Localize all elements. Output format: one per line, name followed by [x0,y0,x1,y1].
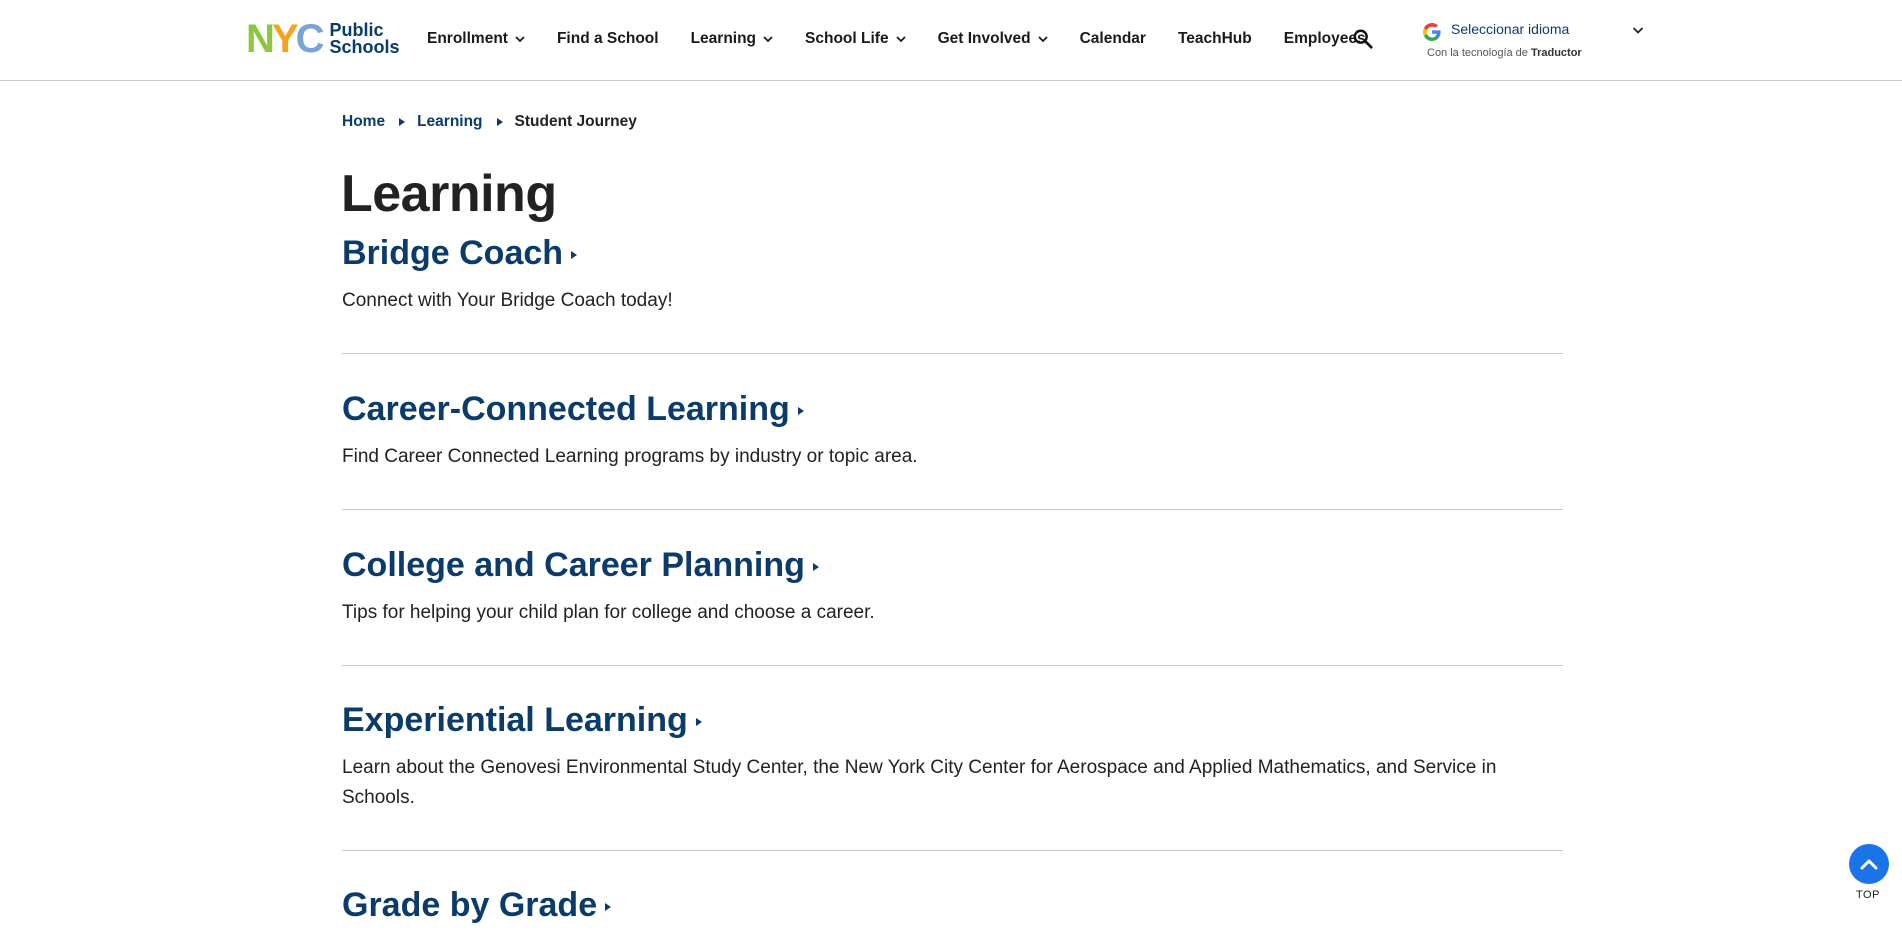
back-to-top-label: TOP [1856,889,1880,901]
translate-brand[interactable]: Traductor [1531,47,1582,59]
section-experiential-learning: Experiential Learning Learn about the Ge… [342,700,1562,813]
translate-powered-by: Con la tecnología de Traductor [1427,47,1582,59]
back-to-top-button[interactable] [1849,844,1889,884]
main-nav: Enrollment Find a School Learning School… [427,27,1398,51]
section-link-grade-by-grade[interactable]: Grade by Grade [342,885,612,925]
nav-teachhub[interactable]: TeachHub [1178,30,1252,48]
language-select[interactable]: Seleccionar idioma [1451,21,1569,37]
breadcrumb-separator-icon [496,118,503,126]
breadcrumb-home[interactable]: Home [342,113,385,131]
caret-right-icon [797,407,804,415]
section-divider [342,353,1563,354]
section-link-college-career-planning[interactable]: College and Career Planning [342,545,819,585]
chevron-up-icon [1860,859,1878,870]
chevron-down-icon [515,36,525,43]
site-header: N Y C Public Schools Enrollment Find a S… [0,0,1902,81]
section-description: Learn about the Genovesi Environmental S… [342,757,1497,808]
breadcrumb-learning[interactable]: Learning [417,113,482,131]
section-divider [342,850,1563,851]
nav-enrollment[interactable]: Enrollment [427,30,525,48]
section-divider [342,665,1563,666]
search-icon[interactable] [1352,28,1374,50]
section-description: Connect with Your Bridge Coach today! [342,290,673,311]
breadcrumb-separator-icon [399,118,406,126]
section-career-connected-learning: Career-Connected Learning Find Career Co… [342,389,1562,472]
caret-right-icon [605,903,612,911]
nyc-logo-mark: N Y C [246,17,324,61]
page-title: Learning [341,165,557,223]
breadcrumb: Home Learning Student Journey [342,113,637,131]
section-grade-by-grade: Grade by Grade [342,885,1562,925]
google-translate-widget: Seleccionar idioma Con la tecnología de … [1422,20,1644,64]
section-link-career-connected-learning[interactable]: Career-Connected Learning [342,389,804,429]
caret-right-icon [571,251,578,259]
section-bridge-coach: Bridge Coach Connect with Your Bridge Co… [342,233,1562,316]
section-description: Tips for helping your child plan for col… [342,602,875,623]
nav-school-life[interactable]: School Life [805,30,906,48]
chevron-down-icon [1037,36,1048,43]
logo-text: Public Schools [329,20,400,57]
google-g-icon [1423,23,1441,41]
chevron-down-icon[interactable] [1632,24,1644,36]
section-college-career-planning: College and Career Planning Tips for hel… [342,545,1562,628]
chevron-down-icon [895,36,906,43]
section-link-bridge-coach[interactable]: Bridge Coach [342,233,578,273]
nyc-public-schools-logo[interactable]: N Y C Public Schools [246,17,400,61]
nav-calendar[interactable]: Calendar [1080,30,1146,48]
section-link-experiential-learning[interactable]: Experiential Learning [342,700,702,740]
breadcrumb-current: Student Journey [514,113,637,130]
nav-learning[interactable]: Learning [691,30,773,48]
caret-right-icon [695,718,702,726]
nav-get-involved[interactable]: Get Involved [938,30,1048,48]
caret-right-icon [812,563,819,571]
chevron-down-icon [763,36,773,43]
section-divider [342,509,1563,510]
section-description: Find Career Connected Learning programs … [342,446,918,467]
nav-find-a-school[interactable]: Find a School [557,30,659,48]
